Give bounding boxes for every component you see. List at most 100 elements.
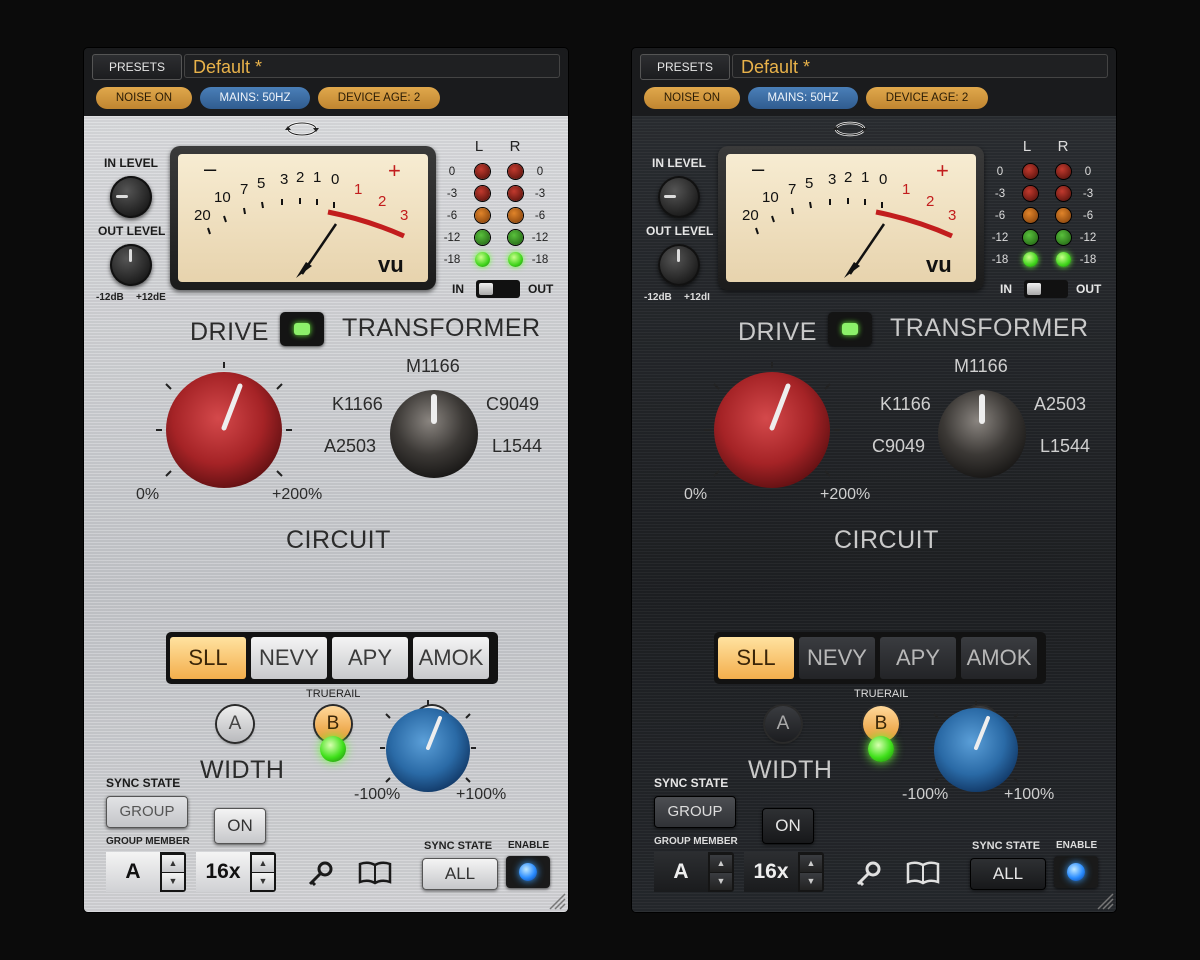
mode-button-a[interactable]: A <box>765 706 801 742</box>
key-icon[interactable] <box>306 860 334 888</box>
in-level-knob[interactable] <box>658 176 700 218</box>
circuit-button-amok[interactable]: AMOK <box>961 637 1037 679</box>
enable-button[interactable] <box>1054 856 1098 888</box>
key-icon[interactable] <box>854 860 882 888</box>
meter-level-18-left: -18 <box>991 254 1009 266</box>
transformer-option-top[interactable]: M1166 <box>406 356 460 377</box>
width-led <box>320 736 346 762</box>
group-member-stepper[interactable]: A ▲ ▼ <box>654 852 734 892</box>
group-member-down-arrow[interactable]: ▼ <box>162 873 184 890</box>
oversample-down-arrow[interactable]: ▼ <box>252 873 274 890</box>
circuit-button-amok[interactable]: AMOK <box>413 637 489 679</box>
preset-name-field[interactable]: Default * <box>732 54 1108 78</box>
meter-level-12-right: -12 <box>531 232 549 244</box>
sync-group-button[interactable]: GROUP <box>654 796 736 828</box>
meter-in-label: IN <box>1000 282 1012 296</box>
drive-enable-button[interactable] <box>280 312 324 346</box>
circuit-button-sll[interactable]: SLL <box>718 637 794 679</box>
out-level-knob[interactable] <box>110 244 152 286</box>
transformer-option-upper-right[interactable]: A2503 <box>1034 394 1086 415</box>
meter-level-0-right: 0 <box>536 166 544 178</box>
rotate-arrows-icon[interactable] <box>284 120 320 138</box>
enable-label: ENABLE <box>508 840 550 851</box>
group-member-up-arrow[interactable]: ▲ <box>162 855 184 872</box>
oversample-value: 16x <box>744 852 798 892</box>
drive-label: DRIVE <box>190 318 269 346</box>
transformer-option-lower-left[interactable]: C9049 <box>872 436 925 457</box>
width-min-label: -100% <box>902 786 949 803</box>
resize-grip-icon[interactable] <box>1092 888 1114 910</box>
manual-book-icon[interactable] <box>358 860 392 886</box>
level-min-label: -12dB <box>644 292 672 303</box>
device-age-selector[interactable]: DEVICE AGE: 2 <box>866 87 988 109</box>
mains-selector[interactable]: MAINS: 50HZ <box>200 87 310 109</box>
out-level-label: OUT LEVEL <box>646 224 714 238</box>
transformer-selector-knob[interactable] <box>934 386 1030 482</box>
mode-button-a[interactable]: A <box>217 706 253 742</box>
transformer-selector-knob[interactable] <box>386 386 482 482</box>
drive-knob[interactable] <box>702 360 842 500</box>
width-max-label: +100% <box>1004 786 1055 803</box>
circuit-button-nevy[interactable]: NEVY <box>799 637 875 679</box>
drive-enable-button[interactable] <box>828 312 872 346</box>
resize-grip-icon[interactable] <box>544 888 566 910</box>
noise-toggle[interactable]: NOISE ON <box>96 87 192 109</box>
rotate-arrows-icon[interactable] <box>832 120 868 138</box>
transformer-option-top[interactable]: M1166 <box>954 356 1008 377</box>
out-level-knob[interactable] <box>658 244 700 286</box>
presets-button[interactable]: PRESETS <box>92 54 182 80</box>
group-member-value: A <box>106 852 160 892</box>
transformer-option-upper-left[interactable]: K1166 <box>880 394 931 415</box>
faceplate: IN LEVEL OUT LEVEL -12dB +12dI – + 20 10… <box>632 116 1116 912</box>
circuit-button-sll[interactable]: SLL <box>170 637 246 679</box>
oversample-stepper[interactable]: 16x ▲ ▼ <box>744 852 824 892</box>
circuit-label: CIRCUIT <box>834 526 939 554</box>
meter-in-out-switch[interactable] <box>476 280 520 298</box>
transformer-option-lower-right[interactable]: L1544 <box>492 436 542 457</box>
width-knob[interactable] <box>378 698 478 798</box>
mains-selector[interactable]: MAINS: 50HZ <box>748 87 858 109</box>
led-left-12 <box>1023 230 1038 245</box>
meter-in-out-switch[interactable] <box>1024 280 1068 298</box>
circuit-button-nevy[interactable]: NEVY <box>251 637 327 679</box>
circuit-button-apy[interactable]: APY <box>332 637 408 679</box>
vu-scale-10: 10 <box>214 189 231 206</box>
circuit-selector: SLL NEVY APY AMOK <box>714 632 1046 684</box>
in-level-knob[interactable] <box>110 176 152 218</box>
oversample-up-arrow[interactable]: ▲ <box>800 855 822 872</box>
group-member-down-arrow[interactable]: ▼ <box>710 873 732 890</box>
group-member-stepper[interactable]: A ▲ ▼ <box>106 852 186 892</box>
meter-level-12-right: -12 <box>1079 232 1097 244</box>
vu-scale-5: 5 <box>805 175 813 192</box>
sync-all-button[interactable]: ALL <box>970 858 1046 890</box>
meter-level-18-left: -18 <box>443 254 461 266</box>
preset-name-field[interactable]: Default * <box>184 54 560 78</box>
oversample-down-arrow[interactable]: ▼ <box>800 873 822 890</box>
transformer-option-lower-left[interactable]: A2503 <box>324 436 376 457</box>
width-on-button[interactable]: ON <box>762 808 814 844</box>
sync-group-button[interactable]: GROUP <box>106 796 188 828</box>
circuit-button-apy[interactable]: APY <box>880 637 956 679</box>
vu-scale-10: 10 <box>762 189 779 206</box>
group-member-label: GROUP MEMBER <box>106 836 190 847</box>
enable-button[interactable] <box>506 856 550 888</box>
meter-left-label: L <box>474 138 484 155</box>
oversample-up-arrow[interactable]: ▲ <box>252 855 274 872</box>
in-level-label: IN LEVEL <box>652 156 707 170</box>
sync-all-button[interactable]: ALL <box>422 858 498 890</box>
drive-knob[interactable] <box>154 360 294 500</box>
oversample-stepper[interactable]: 16x ▲ ▼ <box>196 852 276 892</box>
width-on-button[interactable]: ON <box>214 808 266 844</box>
transformer-option-lower-right[interactable]: L1544 <box>1040 436 1090 457</box>
vu-scale-1: 1 <box>861 169 869 186</box>
led-left-3 <box>1023 186 1038 201</box>
transformer-option-upper-left[interactable]: K1166 <box>332 394 383 415</box>
group-member-up-arrow[interactable]: ▲ <box>710 855 732 872</box>
width-knob[interactable] <box>926 698 1026 798</box>
manual-book-icon[interactable] <box>906 860 940 886</box>
transformer-option-upper-right[interactable]: C9049 <box>486 394 539 415</box>
presets-button[interactable]: PRESETS <box>640 54 730 80</box>
device-age-selector[interactable]: DEVICE AGE: 2 <box>318 87 440 109</box>
vu-scale-red-2: 2 <box>378 193 386 210</box>
noise-toggle[interactable]: NOISE ON <box>644 87 740 109</box>
